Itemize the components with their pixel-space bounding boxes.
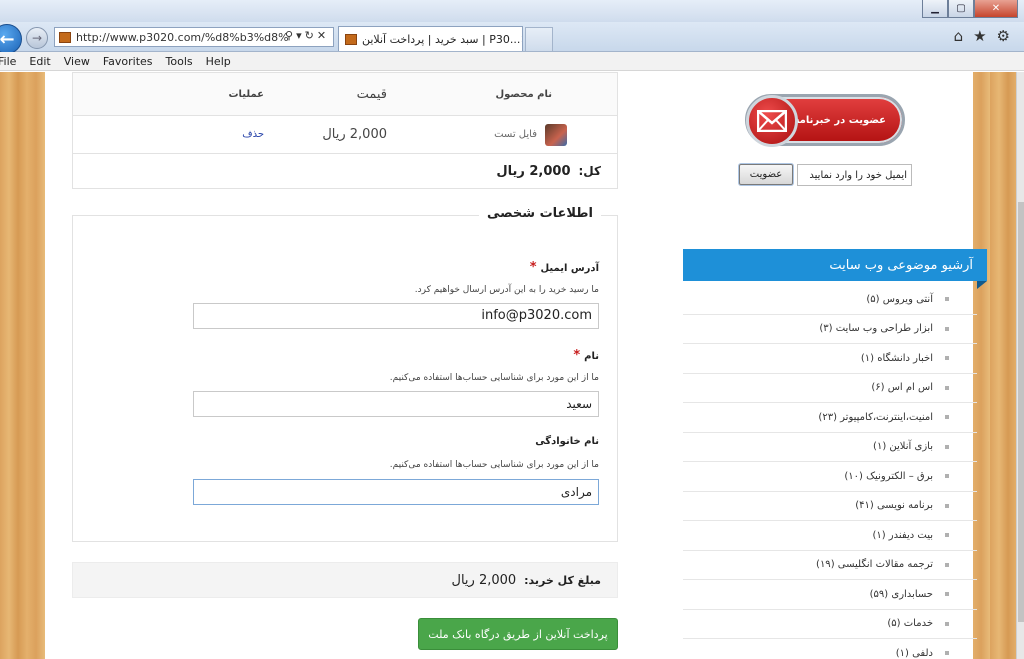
list-item[interactable]: بازی آنلاین (۱) (683, 433, 977, 462)
family-description: ما از این مورد برای شناسایی حساب‌ها استف… (389, 460, 599, 470)
name-label: نام* (573, 348, 599, 363)
newsletter-button-label: عضویت در خبرنامه (793, 114, 886, 126)
subscribe-button[interactable]: عضویت (739, 164, 793, 185)
cart-table: نام محصول قیمت عملیات فایل تست 2,000 ریا… (72, 72, 618, 189)
list-item[interactable]: دلفی (۱) (683, 639, 977, 659)
cart-item-name: فایل تست (407, 123, 617, 146)
list-item[interactable]: آنتی ویروس (۵) (683, 285, 977, 315)
header-price: قیمت (356, 86, 387, 102)
menu-file[interactable]: File (0, 55, 16, 68)
grand-total-value: 2,000 ریال (451, 572, 517, 588)
list-item[interactable]: اس ام اس (۶) (683, 374, 977, 403)
cart-item-price: 2,000 ریال (322, 127, 387, 142)
maximize-button[interactable]: ▢ (948, 0, 974, 18)
menu-favorites[interactable]: Favorites (103, 55, 153, 68)
name-description: ما از این مورد برای شناسایی حساب‌ها استف… (389, 373, 599, 383)
search-icon[interactable]: ⚲ (285, 29, 296, 42)
tab-close-icon[interactable]: ✕ (520, 33, 522, 46)
email-field[interactable]: info@p3020.com (193, 303, 599, 329)
required-mark: * (573, 348, 581, 363)
window-titlebar: ▁ ▢ ✕ (0, 0, 1024, 22)
grand-total: مبلغ کل خرید: 2,000 ریال (72, 562, 618, 598)
address-actions: ⚲▾↻✕ (285, 29, 329, 42)
tab-title: سبد خرید | پرداخت آنلاین | P30... (362, 32, 521, 46)
minimize-button[interactable]: ▁ (922, 0, 948, 18)
menu-tools[interactable]: Tools (166, 55, 193, 68)
name-label-text: نام (584, 351, 599, 362)
arrow-left-icon: ← (0, 28, 15, 50)
list-item[interactable]: اخبار دانشگاه (۱) (683, 344, 977, 374)
email-description: ما رسید خرید را به این آدرس ارسال خواهیم… (414, 285, 599, 295)
archive-heading: آرشیو موضوعی وب سایت (683, 249, 987, 289)
new-tab-button[interactable] (525, 27, 553, 51)
email-label: آدرس ایمیل* (530, 260, 599, 275)
last-name-field[interactable]: مرادی (193, 479, 599, 505)
cart-header-row: نام محصول قیمت عملیات (73, 73, 617, 116)
newsletter-button[interactable]: عضویت در خبرنامه (745, 94, 905, 147)
category-list: آنتی ویروس (۵) ابزار طراحی وب سایت (۳) ا… (683, 285, 977, 659)
forward-button[interactable]: → (26, 27, 48, 49)
personal-info-legend: اطلاعات شخصی (478, 206, 601, 221)
header-product: نام محصول (495, 88, 552, 100)
list-item[interactable]: ترجمه مقالات انگلیسی (۱۹) (683, 551, 977, 580)
page-content: نام محصول قیمت عملیات فایل تست 2,000 ریا… (45, 72, 987, 659)
envelope-icon (746, 95, 798, 147)
first-name-field[interactable]: سعید (193, 391, 599, 417)
arrow-right-icon: → (31, 31, 43, 45)
grand-total-label: مبلغ کل خرید: (524, 573, 601, 587)
list-item[interactable]: ابزار طراحی وب سایت (۳) (683, 315, 977, 344)
menu-bar: File Edit View Favorites Tools Help (0, 52, 1024, 71)
delete-item-link[interactable]: حذف (242, 129, 264, 140)
cart-total: کل: 2,000 ریال (73, 154, 617, 188)
product-thumbnail (545, 123, 567, 146)
scrollbar-thumb[interactable] (1018, 202, 1024, 622)
menu-help[interactable]: Help (206, 55, 231, 68)
dropdown-icon[interactable]: ▾ (296, 29, 305, 42)
newsletter-email-input[interactable]: ایمیل خود را وارد نمایید (797, 164, 912, 186)
list-item[interactable]: امنیت،اینترنت،کامپیوتر (۲۳) (683, 403, 977, 433)
list-item[interactable]: حسابداری (۵۹) (683, 580, 977, 610)
email-label-text: آدرس ایمیل (540, 263, 600, 274)
site-favicon-icon (59, 31, 71, 43)
window-controls: ▁ ▢ ✕ (922, 0, 1018, 18)
list-item[interactable]: برنامه نویسی (۴۱) (683, 492, 977, 521)
address-url: http://www.p3020.com/%d8%b3%d8% (76, 30, 289, 44)
cart-total-value: 2,000 ریال (496, 163, 571, 179)
list-item[interactable]: خدمات (۵) (683, 610, 977, 639)
gear-icon[interactable]: ⚙ (997, 27, 1010, 45)
list-item[interactable]: بیت دیفندر (۱) (683, 521, 977, 551)
list-item[interactable]: برق – الکترونیک (۱۰) (683, 462, 977, 492)
product-name: فایل تست (494, 129, 537, 140)
home-icon[interactable]: ⌂ (954, 27, 964, 45)
table-row: فایل تست 2,000 ریال حذف (73, 116, 617, 154)
required-mark: * (529, 260, 537, 275)
close-window-button[interactable]: ✕ (974, 0, 1018, 18)
header-operations: عملیات (228, 88, 264, 100)
favorites-star-icon[interactable]: ★ (973, 27, 986, 45)
refresh-icon[interactable]: ↻ (305, 29, 317, 42)
tab-favicon-icon (345, 33, 357, 45)
browser-tools: ⌂ ★ ⚙ (954, 27, 1010, 45)
cart-item-operations: حذف (73, 129, 282, 140)
menu-view[interactable]: View (64, 55, 90, 68)
stop-icon[interactable]: ✕ (317, 29, 329, 42)
tab-cart[interactable]: سبد خرید | پرداخت آنلاین | P30... ✕ (338, 26, 523, 51)
menu-edit[interactable]: Edit (29, 55, 50, 68)
cart-total-label: کل: (578, 164, 602, 178)
page-scrollbar[interactable] (1016, 72, 1024, 659)
family-label: نام خانوادگی (535, 436, 599, 447)
personal-info-fieldset: اطلاعات شخصی آدرس ایمیل* ما رسید خرید را… (72, 206, 618, 542)
pay-online-button[interactable]: پرداخت آنلاین از طریق درگاه بانک ملت (418, 618, 618, 650)
